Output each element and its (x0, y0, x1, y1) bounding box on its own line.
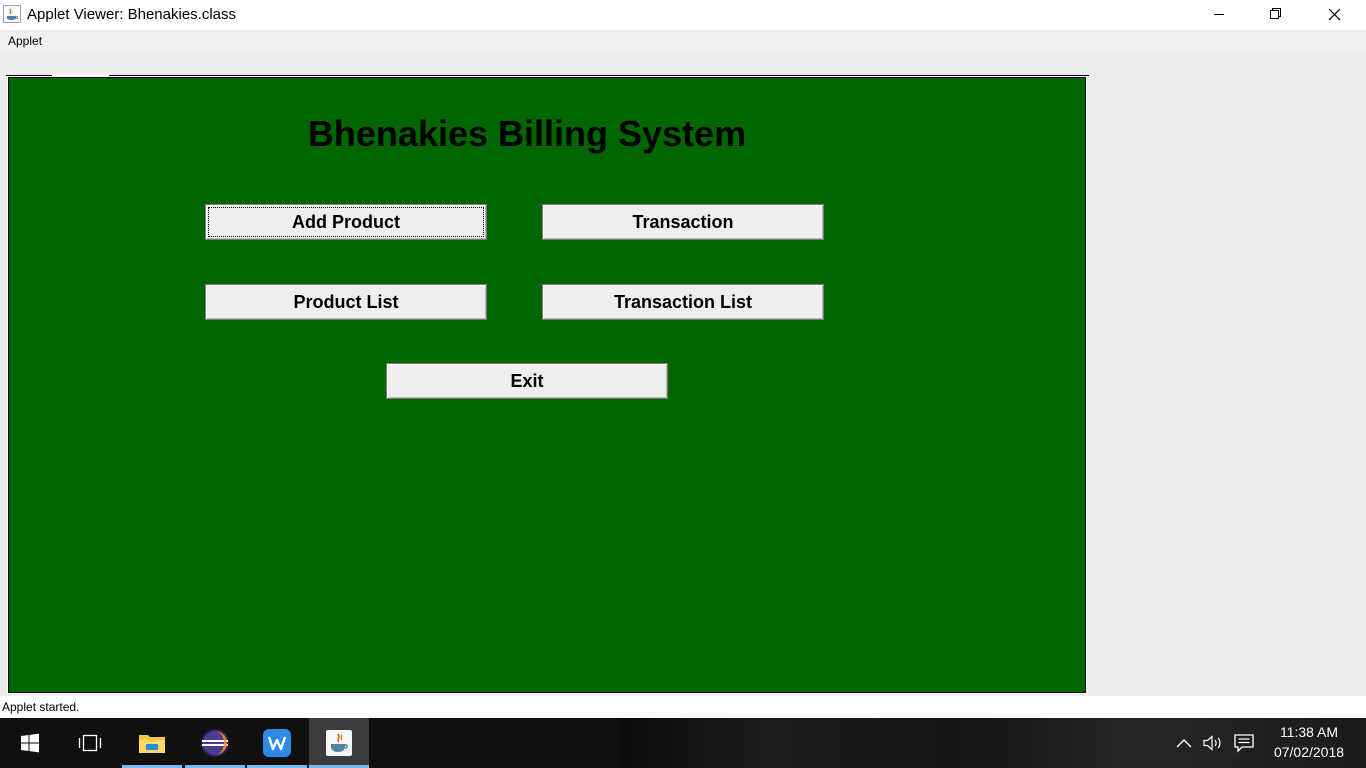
status-bar: Applet started. (0, 696, 1366, 718)
window-title: Applet Viewer: Bhenakies.class (27, 6, 237, 23)
add-product-label: Add Product (292, 211, 400, 232)
transaction-label: Transaction (632, 211, 734, 232)
task-view-icon (78, 734, 102, 752)
show-hidden-icons-button[interactable] (1172, 718, 1196, 768)
menu-applet[interactable]: Applet (8, 34, 42, 48)
notification-icon (1234, 734, 1254, 753)
restore-icon (1270, 8, 1281, 19)
transaction-button[interactable]: Transaction (542, 204, 824, 240)
status-text: Applet started. (2, 700, 80, 714)
exit-button[interactable]: Exit (386, 363, 668, 399)
file-explorer-icon (139, 735, 165, 753)
transaction-list-button[interactable]: Transaction List (542, 284, 824, 320)
speaker-icon (1203, 735, 1221, 751)
restore-button[interactable] (1246, 0, 1304, 30)
product-list-label: Product List (293, 291, 399, 312)
windows-start-icon (21, 733, 39, 753)
chevron-up-icon (1176, 739, 1192, 748)
page-title: Bhenakies Billing System (307, 113, 747, 154)
title-bar: Applet Viewer: Bhenakies.class (0, 0, 1366, 30)
exit-label: Exit (510, 370, 544, 391)
minimize-icon (1214, 14, 1224, 15)
taskbar-eclipse[interactable] (185, 718, 245, 768)
wps-writer-icon (263, 729, 291, 757)
taskbar: 11:38 AM 07/02/2018 (0, 718, 1366, 768)
clock[interactable]: 11:38 AM 07/02/2018 (1262, 718, 1356, 768)
taskbar-java-applet[interactable] (309, 718, 369, 768)
start-button[interactable] (0, 718, 60, 768)
volume-button[interactable] (1199, 718, 1227, 768)
menu-bar: Applet (0, 30, 1366, 52)
action-center-button[interactable] (1230, 718, 1258, 768)
taskbar-file-explorer[interactable] (122, 718, 182, 768)
product-list-button[interactable]: Product List (205, 284, 487, 320)
minimize-button[interactable] (1190, 0, 1248, 30)
clock-date: 07/02/2018 (1273, 744, 1345, 760)
transaction-list-label: Transaction List (613, 291, 753, 312)
close-icon (1328, 8, 1341, 21)
task-view-button[interactable] (60, 718, 120, 768)
add-product-button[interactable]: Add Product (205, 204, 487, 240)
eclipse-icon (201, 729, 229, 757)
taskbar-wps-writer[interactable] (247, 718, 307, 768)
java-icon (326, 730, 352, 756)
close-button[interactable] (1305, 0, 1363, 30)
java-icon[interactable] (3, 5, 21, 23)
clock-time: 11:38 AM (1279, 724, 1339, 740)
